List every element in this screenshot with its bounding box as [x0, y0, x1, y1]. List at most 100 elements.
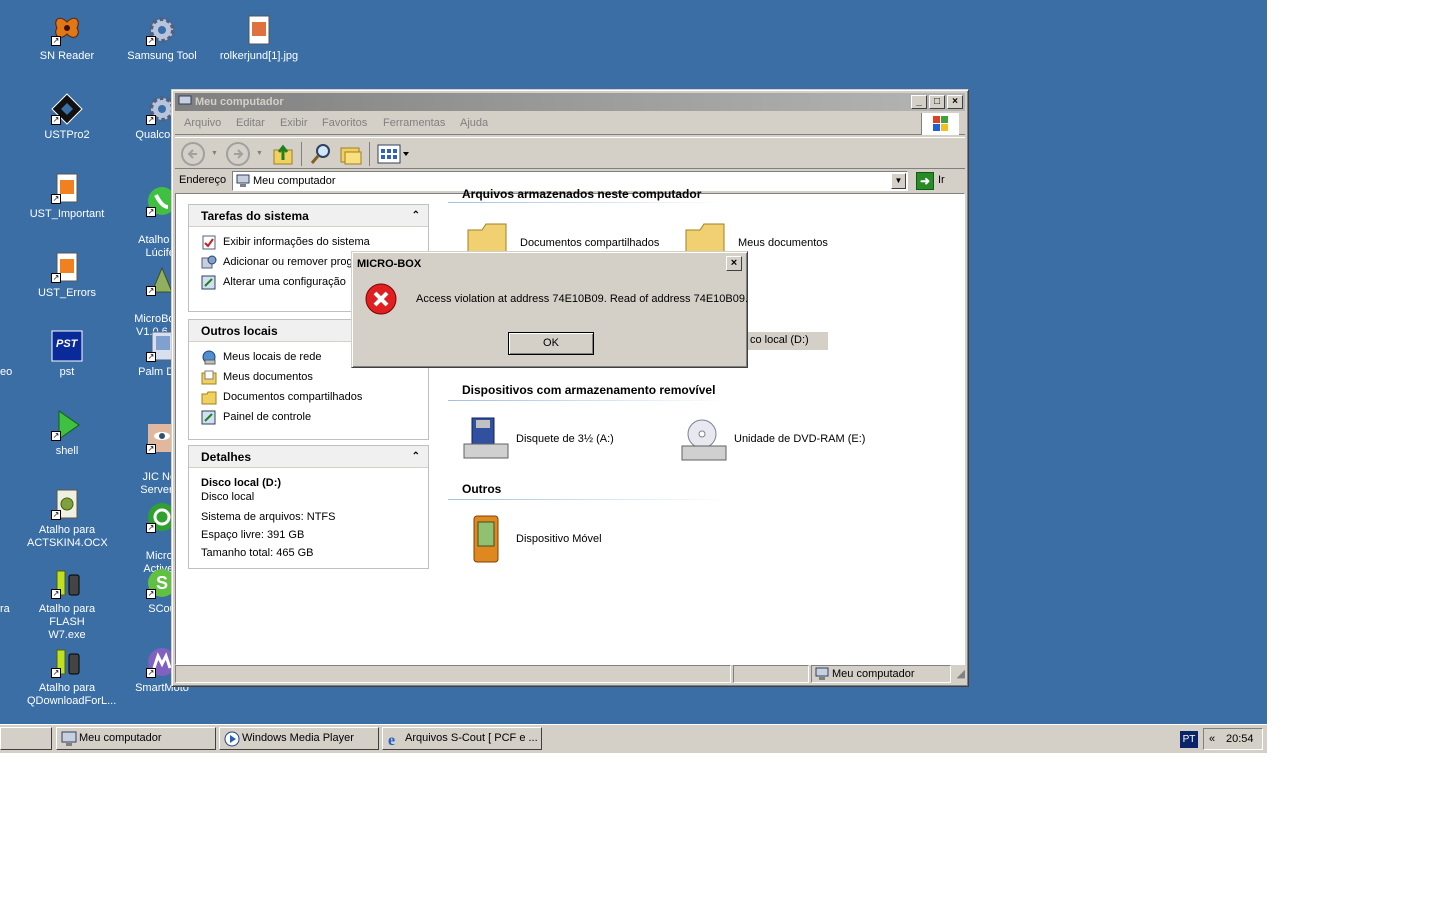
tray-expand-icon[interactable]: « — [1209, 729, 1215, 749]
desktop-icon-label: Samsung Tool — [127, 50, 197, 62]
window-titlebar[interactable]: Meu computador _ □ × — [175, 93, 965, 111]
control-panel-icon — [201, 410, 217, 425]
internet-explorer-icon: e — [387, 731, 403, 749]
system-tasks-header[interactable]: Tarefas do sistema ⌃ — [189, 205, 428, 227]
gear-icon: ↗ — [146, 14, 178, 46]
item-label: co local (D:) — [750, 334, 809, 346]
go-label: Ir — [938, 174, 945, 186]
phone-flash-icon: ↗ — [51, 567, 83, 599]
dvd-drive-icon — [680, 416, 728, 464]
desktop-icon-ustpro2[interactable]: ↗ USTPro2 — [27, 93, 107, 142]
menu-arquivo[interactable]: Arquivo — [184, 117, 221, 129]
folders-button[interactable] — [339, 142, 363, 166]
computer-icon — [815, 667, 829, 686]
detail-total-size: Tamanho total: 465 GB — [201, 547, 314, 559]
close-button[interactable]: × — [947, 95, 963, 109]
go-arrow-icon: ➜ — [916, 172, 934, 190]
forward-button[interactable] — [226, 142, 250, 166]
place-link-shared-documents[interactable]: Documentos compartilhados — [201, 388, 416, 408]
desktop-icon-flash-w7[interactable]: ↗ Atalho para FLASH W7.exe — [27, 567, 107, 642]
desktop-icon-label: Atalho para QDownloadForL... — [27, 682, 117, 707]
place-link-my-documents[interactable]: Meus documentos — [201, 368, 416, 388]
desktop-icon-sn-reader[interactable]: ↗ SN Reader — [27, 14, 107, 63]
mobile-device-icon — [462, 514, 510, 563]
clock[interactable]: 20:54 — [1226, 729, 1254, 749]
desktop-edge-label: eo — [0, 366, 13, 378]
desktop-icon-label: pst — [59, 366, 75, 378]
butterfly-icon: ↗ — [51, 14, 83, 46]
address-dropdown-icon[interactable]: ▼ — [891, 173, 906, 189]
maximize-button[interactable]: □ — [929, 95, 945, 109]
back-dropdown-icon[interactable]: ▼ — [211, 150, 218, 157]
control-panel-icon — [201, 275, 217, 290]
svg-text:S: S — [156, 573, 168, 593]
play-icon: ↗ — [51, 409, 83, 441]
desktop: ↗ SN Reader ↗ USTPro2 ↗ UST_Important ↗ … — [0, 0, 1267, 753]
menu-ferramentas[interactable]: Ferramentas — [383, 117, 445, 129]
computer-icon — [61, 731, 77, 747]
menu-editar[interactable]: Editar — [236, 117, 265, 129]
pst-icon: PST — [51, 330, 83, 362]
task-link-system-info[interactable]: Exibir informações do sistema — [201, 233, 416, 253]
status-bar: Meu computador ◢ — [175, 663, 965, 683]
item-floppy[interactable]: Disquete de 3½ (A:) — [462, 416, 662, 464]
item-dvd-ram[interactable]: Unidade de DVD-RAM (E:) — [680, 416, 900, 464]
details-header[interactable]: Detalhes ⌃ — [189, 446, 428, 468]
ok-button[interactable]: OK — [508, 332, 594, 355]
system-tray: « 20:54 — [1203, 728, 1263, 750]
documents-folder-icon — [201, 370, 217, 385]
resize-grip-icon[interactable]: ◢ — [957, 667, 965, 680]
desktop-icon-ust-errors[interactable]: ↗ UST_Errors — [27, 251, 107, 300]
svg-text:PST: PST — [56, 338, 79, 350]
windows-logo-icon — [921, 113, 959, 135]
dialog-close-button[interactable]: × — [726, 256, 742, 271]
toolbar: ▼ ▼ — [175, 137, 965, 169]
item-label: Unidade de DVD-RAM (E:) — [734, 433, 866, 445]
desktop-icon-samsung-tool[interactable]: ↗ Samsung Tool — [122, 14, 202, 63]
language-indicator[interactable]: PT — [1180, 731, 1198, 748]
window-title: Meu computador — [195, 96, 284, 108]
task-windows-media-player[interactable]: Windows Media Player — [219, 727, 379, 750]
address-value: Meu computador — [253, 175, 336, 187]
taskbar: Meu computador Windows Media Player e Ar… — [0, 724, 1267, 753]
desktop-icon-label: UST_Errors — [37, 287, 97, 299]
add-remove-icon — [201, 255, 217, 270]
menu-exibir[interactable]: Exibir — [280, 117, 308, 129]
dialog-titlebar[interactable]: MICRO-BOX × — [355, 255, 744, 273]
desktop-icon-shell[interactable]: ↗ shell — [27, 409, 107, 458]
desktop-icon-actskin[interactable]: ↗ Atalho para ACTSKIN4.OCX — [27, 488, 108, 550]
desktop-icon-ust-important[interactable]: ↗ UST_Important — [27, 172, 107, 221]
desktop-icon-label: Atalho para ACTSKIN4.OCX — [27, 524, 108, 549]
task-arquivos-scout[interactable]: e Arquivos S-Cout [ PCF e ... — [382, 727, 542, 750]
panel-title: Outros locais — [201, 324, 278, 338]
desktop-icon-pst[interactable]: PST pst — [27, 330, 107, 379]
item-label: Meus documentos — [738, 237, 828, 249]
start-button[interactable] — [0, 727, 52, 750]
item-mobile-device[interactable]: Dispositivo Móvel — [462, 514, 662, 566]
minimize-button[interactable]: _ — [911, 95, 927, 109]
views-button[interactable] — [377, 142, 411, 166]
place-link-control-panel[interactable]: Painel de controle — [201, 408, 416, 428]
forward-dropdown-icon[interactable]: ▼ — [256, 150, 263, 157]
item-label: Dispositivo Móvel — [516, 533, 602, 545]
desktop-icon-qdownload[interactable]: ↗ Atalho para QDownloadForL... — [27, 646, 117, 708]
desktop-icon-label: USTPro2 — [44, 129, 90, 141]
collapse-chevron-icon[interactable]: ⌃ — [412, 205, 420, 227]
phone-flash-icon: ↗ — [51, 646, 83, 678]
search-button[interactable] — [309, 142, 333, 166]
back-button[interactable] — [181, 142, 205, 166]
task-meu-computador[interactable]: Meu computador — [56, 727, 216, 750]
detail-free-space: Espaço livre: 391 GB — [201, 529, 305, 541]
menu-favoritos[interactable]: Favoritos — [322, 117, 367, 129]
desktop-icon-rolkerjund[interactable]: rolkerjund[1].jpg — [219, 14, 299, 63]
go-button[interactable]: ➜ Ir — [912, 171, 964, 191]
collapse-chevron-icon[interactable]: ⌃ — [412, 446, 420, 468]
item-local-disk-d[interactable]: co local (D:) — [748, 332, 828, 350]
status-location: Meu computador — [811, 665, 951, 683]
item-label: Documentos compartilhados — [520, 237, 660, 249]
detail-filesystem: Sistema de arquivos: NTFS — [201, 511, 336, 523]
desktop-icon-label: SN Reader — [39, 50, 95, 62]
up-folder-button[interactable] — [271, 142, 295, 166]
desktop-edge-label: ra — [0, 603, 10, 615]
menu-ajuda[interactable]: Ajuda — [460, 117, 488, 129]
